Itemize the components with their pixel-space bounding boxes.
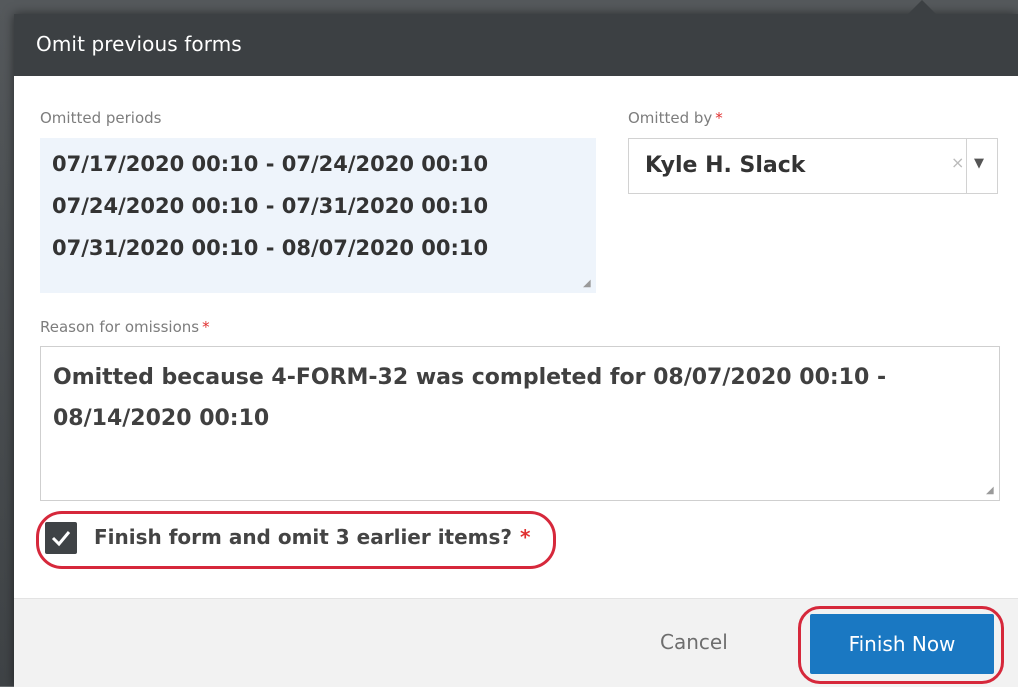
annotation-circle-finish-button bbox=[798, 606, 1004, 684]
reason-textarea[interactable]: Omitted because 4-FORM-32 was completed … bbox=[40, 346, 1000, 501]
annotation-circle-checkbox bbox=[36, 511, 556, 569]
required-marker: * bbox=[202, 318, 210, 336]
omitted-by-select[interactable]: Kyle H. Slack × ▼ bbox=[628, 138, 998, 194]
omitted-periods-textarea[interactable]: 07/17/2020 00:10 - 07/24/2020 00:10 07/2… bbox=[40, 138, 596, 293]
resize-grip-icon[interactable]: ◢ bbox=[986, 486, 996, 496]
reason-label-text: Reason for omissions bbox=[40, 318, 200, 336]
omitted-periods-label: Omitted periods bbox=[40, 109, 162, 127]
dialog-header: Omit previous forms bbox=[14, 14, 1018, 76]
omitted-by-label: Omitted by * bbox=[628, 109, 723, 127]
clear-icon[interactable]: × bbox=[951, 153, 964, 172]
popover-caret bbox=[908, 0, 936, 14]
period-line: 07/24/2020 00:10 - 07/31/2020 00:10 bbox=[52, 194, 489, 218]
period-line: 07/17/2020 00:10 - 07/24/2020 00:10 bbox=[52, 152, 489, 176]
dropdown-arrow-icon[interactable]: ▼ bbox=[974, 156, 984, 171]
period-line: 07/31/2020 00:10 - 08/07/2020 00:10 bbox=[52, 236, 489, 260]
omit-forms-dialog: Omit previous forms Omitted periods 07/1… bbox=[14, 14, 1018, 687]
omitted-by-label-text: Omitted by bbox=[628, 109, 713, 127]
resize-grip-icon[interactable]: ◢ bbox=[583, 279, 593, 289]
dialog-title: Omit previous forms bbox=[36, 32, 242, 56]
required-marker: * bbox=[715, 109, 723, 127]
reason-text: Omitted because 4-FORM-32 was completed … bbox=[53, 365, 887, 431]
omitted-by-value: Kyle H. Slack bbox=[645, 153, 806, 178]
select-divider bbox=[966, 139, 967, 193]
cancel-button[interactable]: Cancel bbox=[660, 630, 728, 654]
reason-label: Reason for omissions * bbox=[40, 318, 210, 336]
